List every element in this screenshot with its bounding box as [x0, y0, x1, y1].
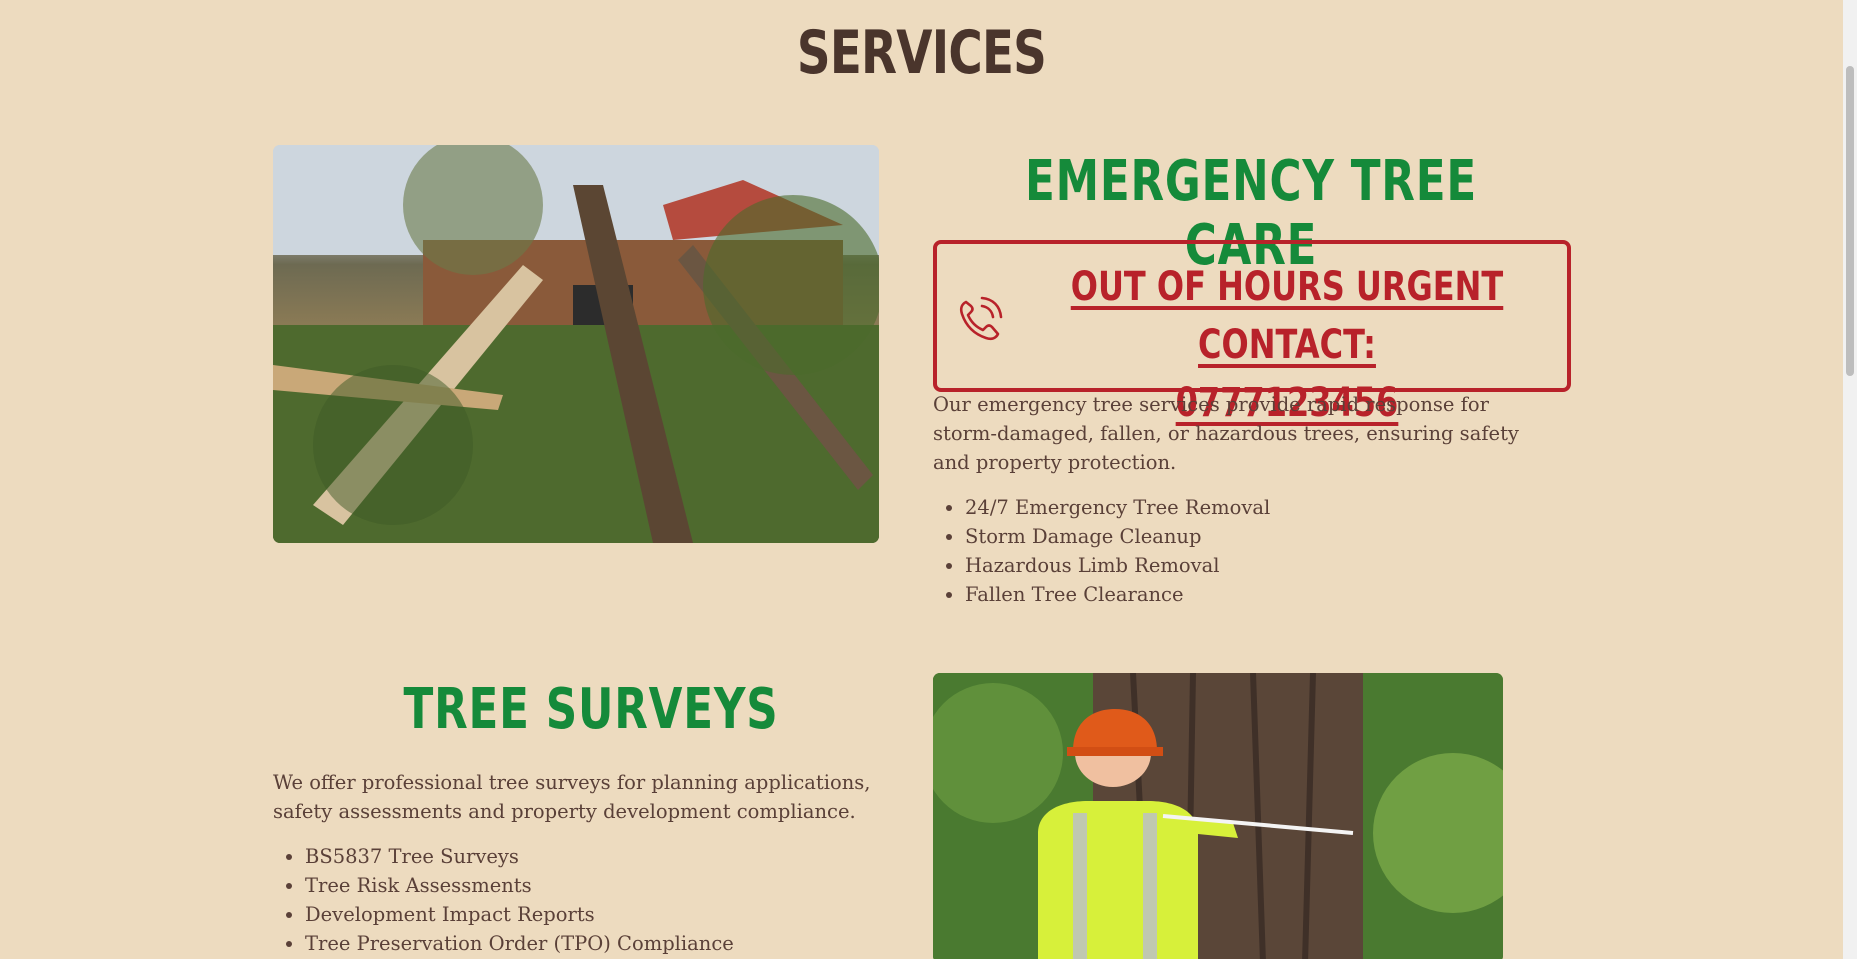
- surveys-description: We offer professional tree surveys for p…: [273, 771, 871, 823]
- list-item: Development Impact Reports: [305, 900, 915, 929]
- urgent-contact-box[interactable]: OUT OF HOURS URGENT CONTACT: 0777123456: [933, 240, 1571, 426]
- page-scrollbar[interactable]: [1843, 0, 1857, 959]
- urgent-contact-label[interactable]: OUT OF HOURS URGENT CONTACT:: [1063, 258, 1511, 374]
- surveys-services-list: BS5837 Tree Surveys Tree Risk Assessment…: [273, 842, 915, 958]
- services-page: SERVICES EMERGENCY TREE CARE OUT OF HOUR…: [0, 0, 1857, 959]
- tree-surveys-heading: TREE SURVEYS: [403, 677, 779, 742]
- storm-damage-photo: [273, 145, 879, 543]
- list-item: Tree Preservation Order (TPO) Compliance: [305, 929, 915, 958]
- list-item: 24/7 Emergency Tree Removal: [965, 493, 1565, 522]
- page-title: SERVICES: [796, 18, 1047, 88]
- list-item: Hazardous Limb Removal: [965, 551, 1565, 580]
- scrollbar-thumb[interactable]: [1846, 66, 1854, 376]
- phone-ringing-icon: [959, 296, 1003, 341]
- list-item: Storm Damage Cleanup: [965, 522, 1565, 551]
- list-item: Tree Risk Assessments: [305, 871, 915, 900]
- emergency-services-list: 24/7 Emergency Tree Removal Storm Damage…: [933, 493, 1565, 609]
- tree-survey-photo: [933, 673, 1503, 959]
- list-item: BS5837 Tree Surveys: [305, 842, 915, 871]
- list-item: Fallen Tree Clearance: [965, 580, 1565, 609]
- emergency-description: Our emergency tree services provide rapi…: [933, 393, 1519, 474]
